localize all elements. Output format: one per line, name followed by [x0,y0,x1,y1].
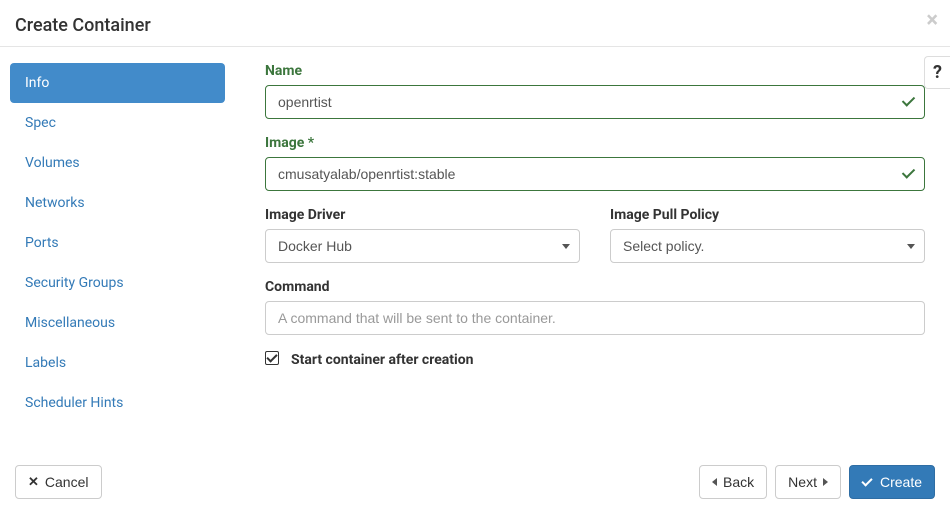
checkbox-checked-icon [265,351,281,369]
image-input[interactable] [265,157,925,191]
next-button[interactable]: Next [775,465,841,499]
modal-title: Create Container [15,15,935,36]
cancel-button[interactable]: ✕ Cancel [15,465,102,499]
sidebar-item-spec[interactable]: Spec [10,103,225,143]
check-icon [862,476,874,488]
image-pull-policy-select[interactable]: Select policy. [610,229,925,263]
sidebar-item-networks[interactable]: Networks [10,183,225,223]
image-label: Image * [265,135,925,151]
sidebar-item-scheduler-hints[interactable]: Scheduler Hints [10,383,225,423]
sidebar-item-ports[interactable]: Ports [10,223,225,263]
question-icon: ? [933,62,942,83]
start-after-checkbox-row[interactable]: Start container after creation [265,351,925,369]
close-icon[interactable]: × [926,10,938,32]
valid-check-icon [903,165,915,183]
back-button-label: Back [723,472,754,492]
form-main: Name Image * Image Driver Docker Hub [225,63,935,423]
start-after-label: Start container after creation [291,352,473,368]
sidebar-item-label: Scheduler Hints [25,395,123,411]
image-label-text: Image [265,135,304,151]
chevron-right-icon [823,478,828,486]
modal-body: Info Spec Volumes Networks Ports Securit… [0,47,950,443]
form-group-image-pull-policy: Image Pull Policy Select policy. [610,207,925,263]
image-driver-select[interactable]: Docker Hub [265,229,580,263]
sidebar-item-security-groups[interactable]: Security Groups [10,263,225,303]
name-input[interactable] [265,85,925,119]
sidebar-item-label: Miscellaneous [25,315,115,331]
form-group-command: Command [265,279,925,335]
command-input[interactable] [265,301,925,335]
sidebar-item-info[interactable]: Info [10,63,225,103]
sidebar-item-label: Spec [25,115,56,131]
image-driver-label: Image Driver [265,207,580,223]
cancel-button-label: Cancel [45,472,89,492]
sidebar: Info Spec Volumes Networks Ports Securit… [10,63,225,423]
sidebar-item-label: Ports [25,235,59,251]
sidebar-item-label: Info [25,75,49,91]
chevron-left-icon [712,478,717,486]
sidebar-item-label: Volumes [25,155,80,171]
image-pull-policy-label: Image Pull Policy [610,207,925,223]
help-tab[interactable]: ? [924,56,950,89]
modal-footer: ✕ Cancel Back Next Create [0,453,950,511]
sidebar-item-label: Security Groups [25,275,124,291]
x-icon: ✕ [28,473,39,492]
sidebar-item-miscellaneous[interactable]: Miscellaneous [10,303,225,343]
sidebar-item-label: Networks [25,195,85,211]
modal-header: Create Container × [0,0,950,47]
sidebar-item-label: Labels [25,355,66,371]
required-asterisk-icon: * [308,135,314,151]
form-group-image-driver: Image Driver Docker Hub [265,207,580,263]
back-button[interactable]: Back [699,465,767,499]
create-button-label: Create [880,472,922,492]
valid-check-icon [903,93,915,111]
create-button[interactable]: Create [849,465,935,499]
name-label: Name [265,63,925,79]
form-group-image: Image * [265,135,925,191]
form-group-name: Name [265,63,925,119]
sidebar-item-labels[interactable]: Labels [10,343,225,383]
next-button-label: Next [788,472,817,492]
command-label: Command [265,279,925,295]
sidebar-item-volumes[interactable]: Volumes [10,143,225,183]
